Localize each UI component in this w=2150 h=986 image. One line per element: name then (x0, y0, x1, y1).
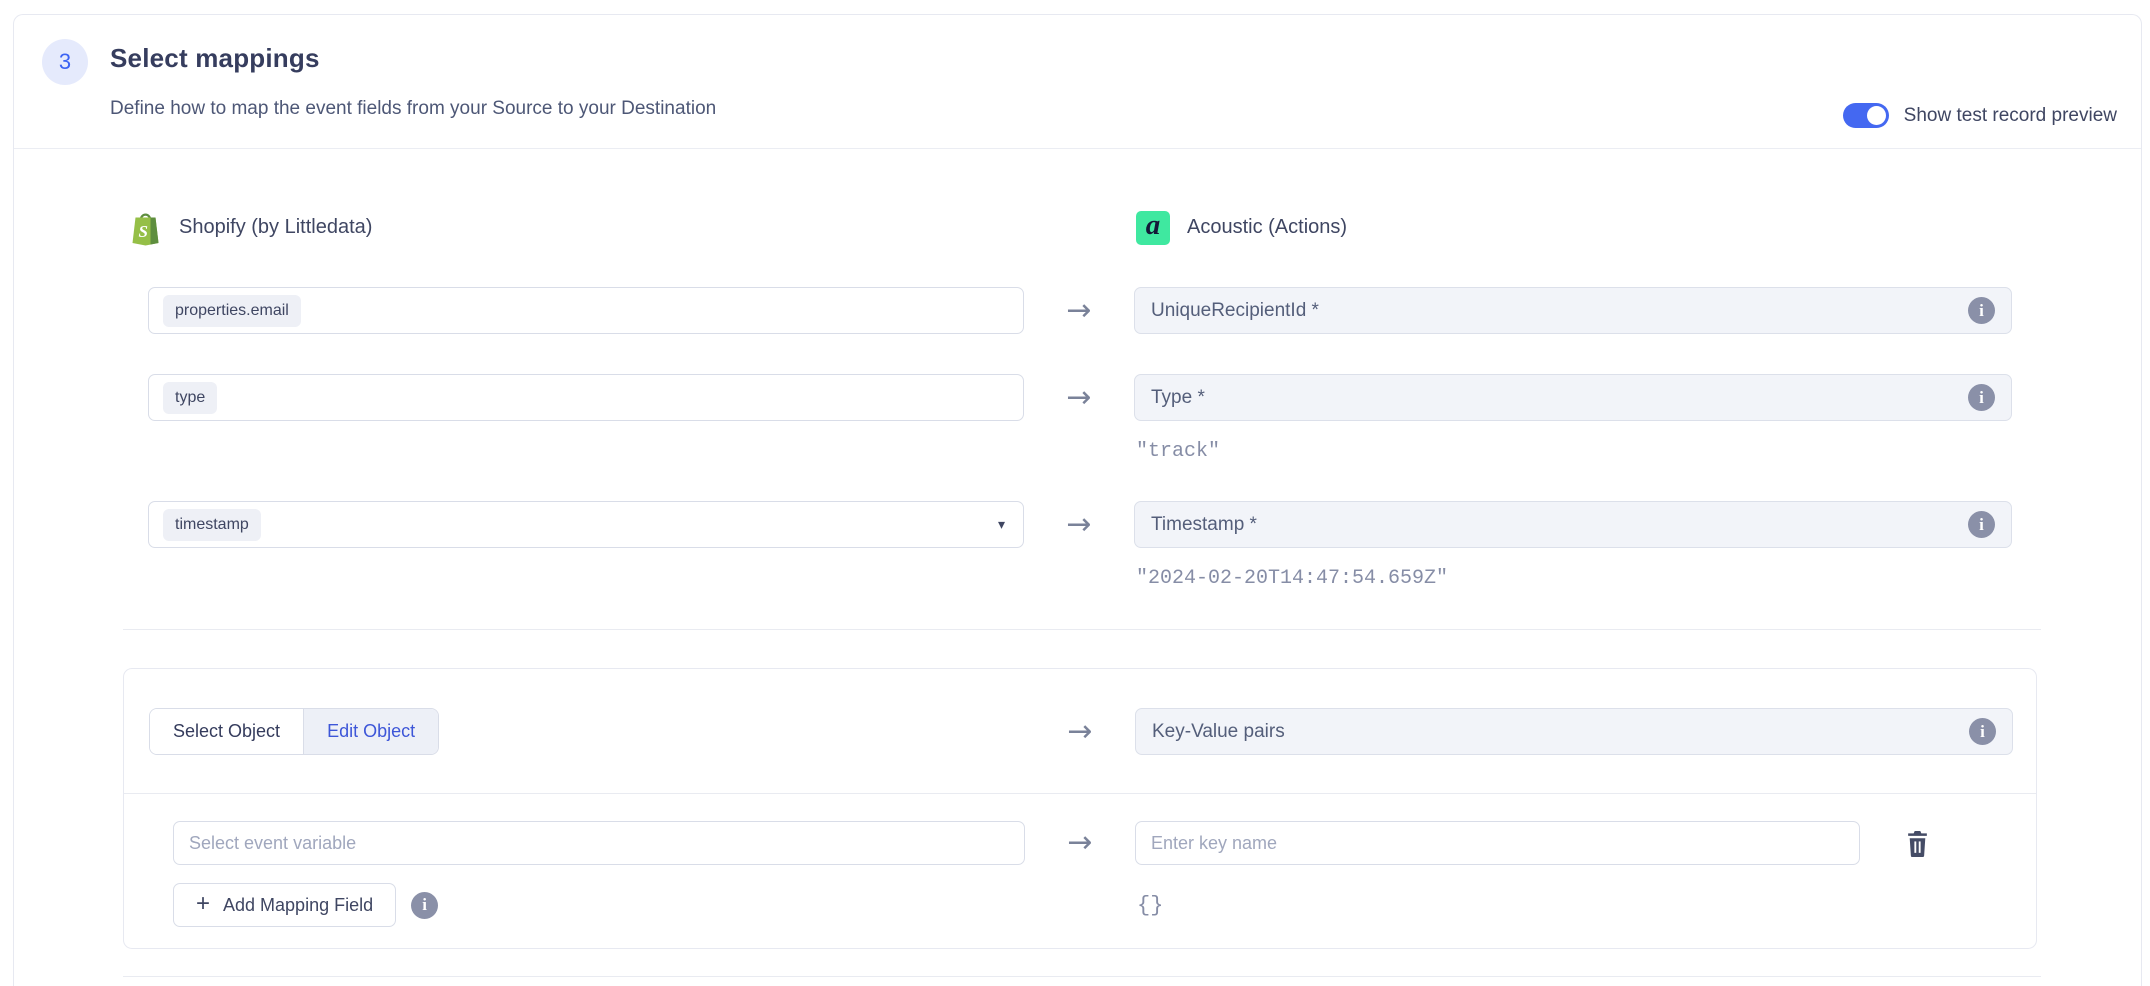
destination-field: Type * i (1134, 374, 2012, 421)
caret-down-icon[interactable]: ▾ (998, 516, 1005, 533)
destination-field-label: Timestamp * (1151, 514, 1257, 536)
mapping-row: properties.email → UniqueRecipientId * i (123, 287, 2141, 334)
object-mapping-group: Select Object Edit Object → Key-Value pa… (123, 668, 2037, 949)
card-body: S Shopify (by Littledata) a Acoustic (Ac… (14, 209, 2141, 977)
test-preview-value: "track" (1136, 440, 2141, 463)
tab-edit-object[interactable]: Edit Object (303, 709, 438, 754)
destination-connector: a Acoustic (Actions) (1136, 211, 2141, 245)
key-name-input[interactable] (1135, 821, 1860, 865)
add-mapping-field-label: Add Mapping Field (223, 895, 373, 916)
arrow-right-icon: → (1067, 717, 1092, 747)
info-icon[interactable]: i (1968, 511, 1995, 538)
source-connector-name: Shopify (by Littledata) (179, 216, 372, 239)
object-preview-value: {} (1137, 893, 2036, 918)
delete-row-button[interactable] (1905, 830, 1930, 857)
connector-header-row: S Shopify (by Littledata) a Acoustic (Ac… (123, 209, 2141, 246)
destination-field: UniqueRecipientId * i (1134, 287, 2012, 334)
arrow-right-icon: → (1066, 296, 1091, 326)
destination-field: Timestamp * i (1134, 501, 2012, 548)
source-field-tag[interactable]: properties.email (163, 295, 301, 327)
page-title: Select mappings (110, 43, 320, 74)
arrow-right-icon: → (1066, 383, 1091, 413)
test-preview-value: "2024-02-20T14:47:54.659Z" (1136, 567, 2141, 590)
arrow-right-icon: → (1067, 828, 1092, 858)
acoustic-icon: a (1136, 211, 1170, 245)
destination-field-label: Key-Value pairs (1152, 721, 1285, 743)
section-divider (123, 629, 2041, 630)
object-group-header: Select Object Edit Object → Key-Value pa… (124, 669, 2036, 755)
page-subtitle: Define how to map the event fields from … (110, 98, 716, 120)
show-test-record-preview-toggle[interactable] (1843, 103, 1889, 128)
destination-field-label: Type * (1151, 387, 1205, 409)
object-group-body: → (124, 794, 2036, 948)
add-mapping-field-button[interactable]: + Add Mapping Field (173, 883, 396, 927)
event-variable-input[interactable] (173, 821, 1025, 865)
mapping-row: timestamp ▾ → Timestamp * i (123, 501, 2141, 548)
svg-text:S: S (139, 222, 148, 241)
toggle-label: Show test record preview (1904, 105, 2117, 127)
info-icon[interactable]: i (1968, 297, 1995, 324)
object-mode-segmented-control: Select Object Edit Object (149, 708, 439, 755)
arrow-right-icon: → (1066, 510, 1091, 540)
toggle-knob (1867, 106, 1886, 125)
select-mappings-card: 3 Select mappings Define how to map the … (13, 14, 2142, 986)
preview-row: "2024-02-20T14:47:54.659Z" (123, 567, 2141, 590)
destination-field-label: UniqueRecipientId * (1151, 300, 1319, 322)
next-section-divider (123, 976, 2041, 977)
plus-icon: + (196, 892, 210, 916)
preview-row: "track" (123, 440, 2141, 463)
destination-connector-name: Acoustic (Actions) (1187, 216, 1347, 239)
step-number-badge: 3 (42, 39, 88, 85)
source-field-input[interactable]: timestamp ▾ (148, 501, 1024, 548)
info-icon[interactable]: i (411, 892, 438, 919)
source-field-tag[interactable]: timestamp (163, 509, 261, 541)
mappings-page: 3 Select mappings Define how to map the … (0, 0, 2150, 986)
add-mapping-row: + Add Mapping Field i {} (124, 883, 2036, 927)
mapping-row: type → Type * i (123, 374, 2141, 421)
info-icon[interactable]: i (1969, 718, 1996, 745)
source-field-input[interactable]: properties.email (148, 287, 1024, 334)
source-connector: S Shopify (by Littledata) (129, 209, 1024, 246)
test-record-preview-toggle-row: Show test record preview (1843, 103, 2117, 128)
destination-field: Key-Value pairs i (1135, 708, 2013, 755)
trash-icon (1905, 830, 1930, 857)
tab-select-object[interactable]: Select Object (150, 709, 303, 754)
key-value-row: → (124, 821, 2036, 865)
info-icon[interactable]: i (1968, 384, 1995, 411)
source-field-input[interactable]: type (148, 374, 1024, 421)
shopify-icon: S (129, 209, 162, 246)
source-field-tag[interactable]: type (163, 382, 217, 414)
card-header: 3 Select mappings Define how to map the … (14, 15, 2141, 149)
